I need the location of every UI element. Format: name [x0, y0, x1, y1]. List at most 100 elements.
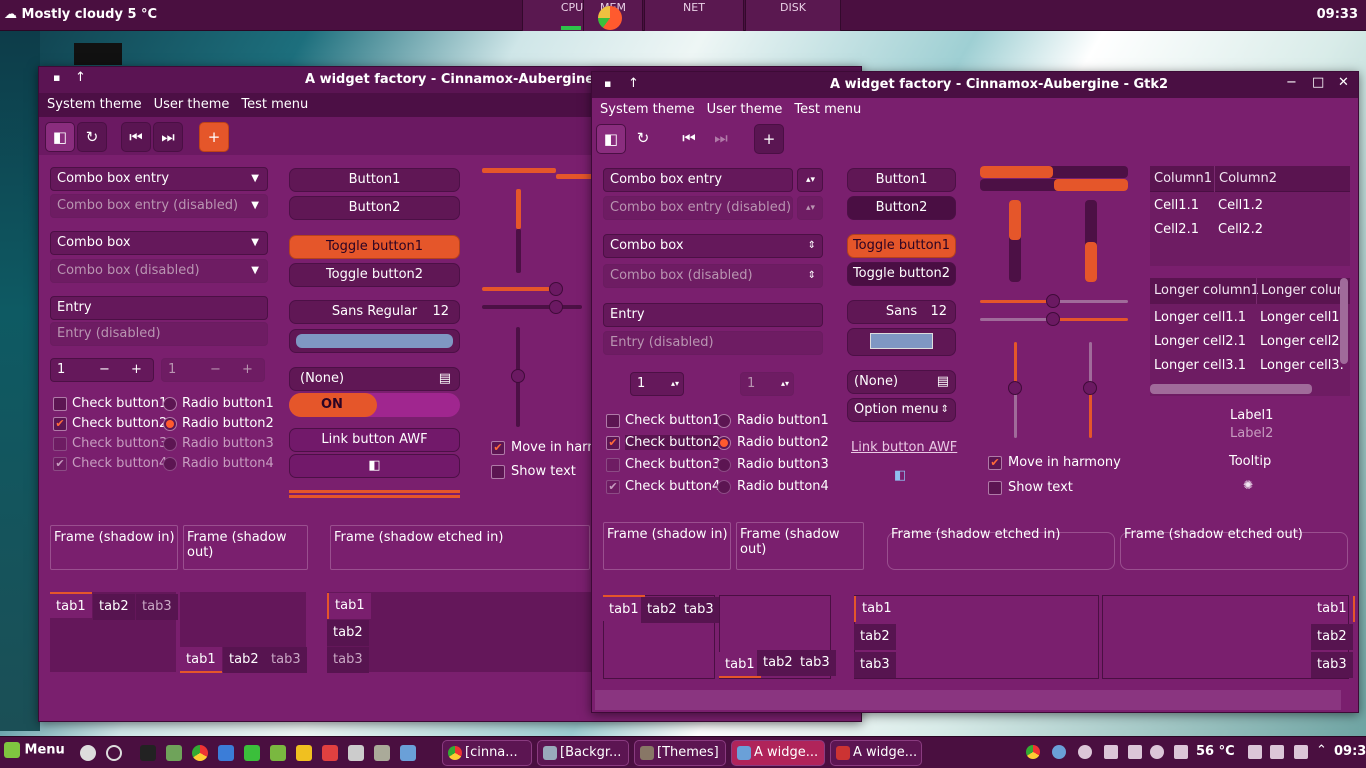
window-menu-icon[interactable]: ▪ — [604, 77, 611, 90]
chrome-icon[interactable] — [192, 745, 208, 761]
tab3-left[interactable]: tab3 — [327, 647, 369, 673]
refresh-icon[interactable]: ↻ — [628, 124, 658, 154]
show-text-check[interactable] — [988, 481, 1002, 495]
pin-icon[interactable]: ↑ — [75, 70, 86, 85]
combo-box[interactable]: Combo box ▼ — [50, 231, 268, 255]
add-icon[interactable]: + — [754, 124, 784, 154]
hscale-1[interactable] — [482, 168, 556, 173]
color-button[interactable] — [289, 329, 460, 353]
close-icon[interactable]: ✕ — [1338, 75, 1349, 90]
tab3-bottom[interactable]: tab3 — [265, 647, 307, 673]
task-widget-factory-2[interactable]: A widge... — [830, 740, 922, 766]
taskbar-clock[interactable]: 09:33 — [1334, 744, 1366, 759]
tools-icon[interactable] — [270, 745, 286, 761]
media-icon[interactable] — [322, 745, 338, 761]
app-icon[interactable] — [244, 745, 260, 761]
task-background[interactable]: [Backgr... — [537, 740, 629, 766]
network-tray-icon[interactable] — [1052, 745, 1066, 759]
button2[interactable]: Button2 — [289, 196, 460, 220]
toggle-button1[interactable]: Toggle button1 — [847, 234, 956, 258]
files-icon[interactable] — [166, 745, 182, 761]
awf-icon-button[interactable]: ◧ — [596, 124, 626, 154]
task-chrome[interactable]: [cinna... — [442, 740, 532, 766]
check1[interactable] — [53, 397, 67, 411]
tooltip-label[interactable]: Tooltip — [1229, 454, 1271, 469]
display-icon[interactable] — [1270, 745, 1284, 759]
check2[interactable]: ✔ — [606, 436, 620, 450]
terminal-icon[interactable] — [140, 745, 156, 761]
tab3-right[interactable]: tab3 — [1311, 652, 1353, 678]
first-icon[interactable]: ⏮ — [674, 124, 704, 154]
tab2[interactable]: tab2 — [93, 594, 135, 620]
plus-icon[interactable]: + — [131, 359, 142, 381]
tab1-bottom[interactable]: tab1 — [180, 647, 222, 673]
minus-icon[interactable]: − — [99, 359, 110, 381]
battery-icon[interactable] — [1174, 745, 1188, 759]
awf-icon[interactable]: ◧ — [894, 468, 906, 483]
user-icon[interactable] — [80, 745, 96, 761]
keyboard-icon[interactable] — [1104, 745, 1118, 759]
spin-button[interactable]: 1 ▴▾ — [630, 372, 684, 396]
net-monitor[interactable]: NET — [644, 0, 744, 31]
option-menu[interactable]: Option menu ⇕ — [847, 398, 956, 422]
toggle-button1[interactable]: Toggle button1 — [289, 235, 460, 259]
radio1[interactable] — [717, 414, 731, 428]
tab3-bottom[interactable]: tab3 — [794, 650, 836, 676]
tab1-bottom[interactable]: tab1 — [719, 652, 761, 678]
tab2-left[interactable]: tab2 — [327, 620, 369, 646]
hscrollbar[interactable] — [1150, 384, 1312, 394]
file-chooser[interactable]: (None) ▤ — [847, 370, 956, 394]
button1[interactable]: Button1 — [289, 168, 460, 192]
menu-system-theme[interactable]: System theme — [600, 98, 695, 122]
minimize-icon[interactable]: − — [1286, 75, 1297, 90]
refresh-icon[interactable]: ↻ — [77, 122, 107, 152]
vscale-knob-2[interactable] — [1083, 381, 1097, 395]
pin-icon[interactable]: ↑ — [628, 76, 639, 91]
last-icon[interactable]: ⏭ — [706, 124, 736, 154]
pen-icon[interactable] — [1128, 745, 1142, 759]
hscale-knob-2[interactable] — [1046, 312, 1060, 326]
move-check[interactable]: ✔ — [988, 456, 1002, 470]
weather-applet[interactable]: ☁ Mostly cloudy 5 °C — [4, 7, 157, 22]
switch[interactable]: ON — [289, 393, 460, 417]
chevron-up-icon[interactable]: ⌃ — [1316, 743, 1327, 758]
menu-system-theme[interactable]: System theme — [47, 93, 142, 117]
move-check[interactable]: ✔ — [491, 441, 505, 455]
hscale-1[interactable] — [980, 300, 1050, 303]
emoji-icon[interactable] — [296, 745, 312, 761]
tab3-left[interactable]: tab3 — [854, 652, 896, 678]
tab2[interactable]: tab2 — [641, 597, 683, 623]
add-icon[interactable]: + — [199, 122, 229, 152]
screenshot-icon[interactable] — [400, 745, 416, 761]
link-button[interactable]: Link button AWF — [289, 428, 460, 452]
workspace-icon[interactable] — [1294, 745, 1308, 759]
awf-image-button[interactable]: ◧ — [289, 454, 460, 478]
hscale-knob[interactable] — [1046, 294, 1060, 308]
tab2-right[interactable]: tab2 — [1311, 624, 1353, 650]
task-widget-factory-1[interactable]: A widge... — [731, 740, 825, 766]
maximize-icon[interactable]: □ — [1312, 75, 1324, 90]
mail-icon[interactable] — [218, 745, 234, 761]
volume-icon[interactable] — [1150, 745, 1164, 759]
clock[interactable]: 09:33 — [1317, 7, 1358, 22]
gimp-icon[interactable] — [374, 745, 390, 761]
task-themes[interactable]: [Themes] — [634, 740, 726, 766]
tab1[interactable]: tab1 — [603, 595, 645, 621]
radio2[interactable] — [163, 417, 177, 431]
tab1-right[interactable]: tab1 — [1311, 596, 1355, 622]
menu-user-theme[interactable]: User theme — [707, 98, 783, 122]
vscale-knob[interactable] — [1008, 381, 1022, 395]
tab1[interactable]: tab1 — [50, 592, 92, 618]
menu-test[interactable]: Test menu — [794, 98, 861, 122]
combo-box[interactable]: Combo box ⇕ — [603, 234, 823, 258]
treeview-2[interactable]: Longer column1 Longer colur Longer cell1.… — [1150, 278, 1350, 396]
hscale-3[interactable] — [482, 287, 550, 291]
entry[interactable]: Entry — [603, 303, 823, 327]
toggle-button2[interactable]: Toggle button2 — [289, 263, 460, 287]
tab2-bottom[interactable]: tab2 — [223, 647, 265, 673]
spin-button[interactable]: 1− + — [50, 358, 154, 382]
file-chooser[interactable]: (None) ▤ — [289, 367, 460, 391]
vscrollbar[interactable] — [1340, 278, 1348, 364]
menu-user-theme[interactable]: User theme — [154, 93, 230, 117]
radio2[interactable] — [717, 436, 731, 450]
